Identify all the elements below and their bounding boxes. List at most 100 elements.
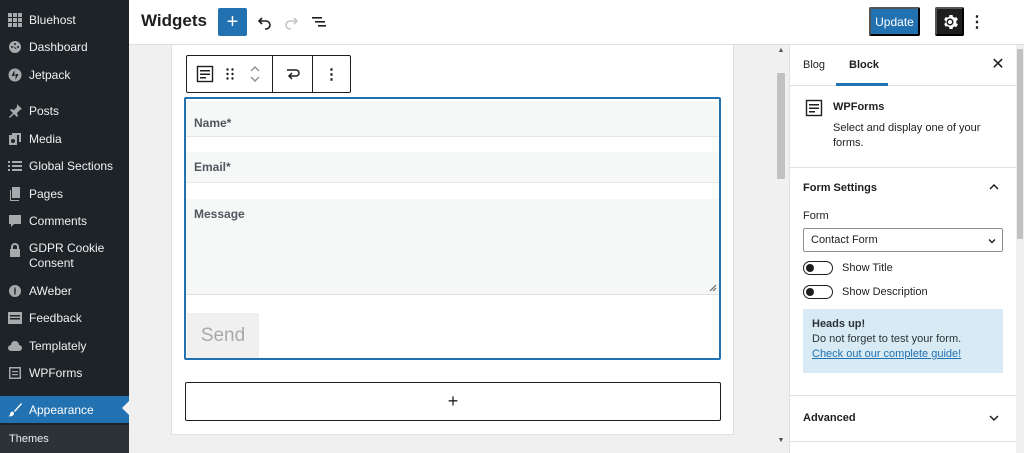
sidebar-item-label: Feedback <box>29 311 82 325</box>
resize-grip-icon[interactable] <box>709 284 717 292</box>
wpforms-block-icon[interactable] <box>191 59 219 89</box>
scroll-up-icon[interactable]: ▲ <box>777 47 785 55</box>
wpforms-form-block[interactable]: Name* Email* Message Send <box>184 97 721 360</box>
redo-icon[interactable] <box>279 10 303 34</box>
sidebar-item-label: Bluehost <box>29 13 76 27</box>
sidebar-item-posts[interactable]: Posts <box>0 99 129 123</box>
chevron-down-icon <box>988 239 996 244</box>
settings-button[interactable] <box>935 7 964 36</box>
show-description-toggle-row: Show Description <box>803 285 928 299</box>
sidebar-item-label: Appearance <box>29 402 94 417</box>
form-select-label: Form <box>803 210 829 222</box>
send-button[interactable]: Send <box>187 313 259 358</box>
sidebar-item-bluehost[interactable]: Bluehost <box>0 8 129 32</box>
move-up-icon[interactable] <box>249 64 261 74</box>
show-title-toggle[interactable] <box>803 261 833 275</box>
widget-area: ⋮ Name* Email* Message Send + <box>171 45 734 435</box>
notice-title: Heads up! <box>812 318 866 330</box>
sidebar-item-label: Jetpack <box>29 68 71 82</box>
form-select[interactable]: Contact Form <box>803 228 1003 252</box>
block-toolbar-group-primary <box>187 56 273 92</box>
sidebar-item-label: Posts <box>29 104 60 118</box>
canvas-scroll-thumb[interactable] <box>777 73 785 179</box>
sidebar-item-label: Dashboard <box>29 40 88 54</box>
sidebar-item-aweber[interactable]: AWeber <box>0 279 129 303</box>
more-menu-button[interactable]: ⋮ <box>969 10 985 34</box>
message-field[interactable]: Message <box>186 199 719 295</box>
comment-icon <box>7 213 23 229</box>
grid-icon <box>7 12 23 28</box>
drag-handle-icon[interactable] <box>219 59 241 89</box>
sidebar-item-label: Comments <box>29 214 88 228</box>
block-toolbar-group-transform <box>273 56 313 92</box>
sidebar-item-comments[interactable]: Comments <box>0 209 129 233</box>
show-title-toggle-row: Show Title <box>803 261 893 275</box>
sidebar-item-label: AWeber <box>29 284 72 298</box>
notice-text: Do not forget to test your form. <box>812 333 962 345</box>
window-scrollbar[interactable] <box>1016 45 1024 453</box>
gear-icon <box>943 14 958 29</box>
name-field-label: Name* <box>194 116 232 130</box>
append-block-button[interactable]: + <box>185 382 721 421</box>
window-scroll-thumb[interactable] <box>1017 49 1023 239</box>
templately-icon <box>7 338 23 354</box>
block-toolbar: ⋮ <box>186 55 351 93</box>
form-settings-toggle[interactable]: Form Settings <box>803 182 877 194</box>
sidebar-item-label: Pages <box>29 187 64 201</box>
chevron-down-icon[interactable] <box>988 412 1000 424</box>
close-icon[interactable]: ✕ <box>990 56 1006 73</box>
show-description-label: Show Description <box>842 286 928 298</box>
form-settings-panel: Form Settings Form Contact Form Show Tit… <box>790 168 1017 396</box>
list-icon <box>7 158 23 174</box>
pages-icon <box>7 186 23 202</box>
submenu-item-themes[interactable]: Themes <box>0 425 129 453</box>
sidebar-item-label: GDPR Cookie Consent <box>29 241 105 270</box>
sidebar-item-media[interactable]: Media <box>0 127 129 151</box>
sidebar-item-label: Templately <box>29 339 87 353</box>
undo-icon[interactable] <box>253 10 277 34</box>
sidebar-item-feedback[interactable]: Feedback <box>0 306 129 330</box>
sidebar-item-templately[interactable]: Templately <box>0 334 129 358</box>
add-block-button[interactable]: + <box>218 8 247 36</box>
sidebar-item-wpforms[interactable]: WPForms <box>0 361 129 385</box>
sidebar-item-appearance[interactable]: Appearance <box>0 396 129 423</box>
name-field[interactable]: Name* <box>186 101 719 137</box>
block-card: WPForms Select and display one of your f… <box>790 86 1017 168</box>
sidebar-item-dashboard[interactable]: Dashboard <box>0 35 129 59</box>
move-down-icon[interactable] <box>249 74 261 84</box>
pin-icon <box>7 103 23 119</box>
tab-block[interactable]: Block <box>849 59 879 71</box>
show-description-toggle[interactable] <box>803 285 833 299</box>
message-field-label: Message <box>194 207 245 221</box>
email-field[interactable]: Email* <box>186 152 719 183</box>
advanced-panel: Advanced <box>790 396 1017 442</box>
transform-icon[interactable] <box>278 59 308 89</box>
scroll-down-icon[interactable]: ▼ <box>777 437 785 445</box>
media-icon <box>7 131 23 147</box>
sidebar-item-jetpack[interactable]: Jetpack <box>0 63 129 87</box>
tab-blog[interactable]: Blog <box>803 59 825 71</box>
chevron-up-icon[interactable] <box>988 181 1000 193</box>
dashboard-icon <box>7 39 23 55</box>
sidebar-item-gdpr-cookie-consent[interactable]: GDPR Cookie Consent <box>0 241 129 275</box>
brush-icon <box>7 402 23 418</box>
admin-sidebar: Bluehost Dashboard Jetpack Posts Media G… <box>0 0 129 453</box>
update-button[interactable]: Update <box>869 7 920 36</box>
inspector-tabs: Blog Block ✕ <box>790 45 1017 86</box>
advanced-toggle[interactable]: Advanced <box>803 412 856 424</box>
jetpack-icon <box>7 67 23 83</box>
feedback-icon <box>7 310 23 326</box>
guide-link[interactable]: Check out our complete guide! <box>812 348 961 360</box>
wpforms-icon <box>7 365 23 381</box>
block-options-icon[interactable]: ⋮ <box>317 59 347 89</box>
sidebar-item-global-sections[interactable]: Global Sections <box>0 154 129 178</box>
sidebar-item-label: Global Sections <box>29 159 114 173</box>
canvas-scrollbar[interactable]: ▲ ▼ <box>774 45 787 453</box>
sidebar-item-label: WPForms <box>29 366 83 380</box>
block-inspector: Blog Block ✕ WPForms Select and display … <box>789 45 1017 453</box>
page-title: Widgets <box>141 11 207 30</box>
block-toolbar-group-options: ⋮ <box>313 56 350 92</box>
sidebar-item-pages[interactable]: Pages <box>0 182 129 206</box>
wpforms-icon <box>805 99 823 117</box>
list-view-icon[interactable] <box>307 10 331 34</box>
